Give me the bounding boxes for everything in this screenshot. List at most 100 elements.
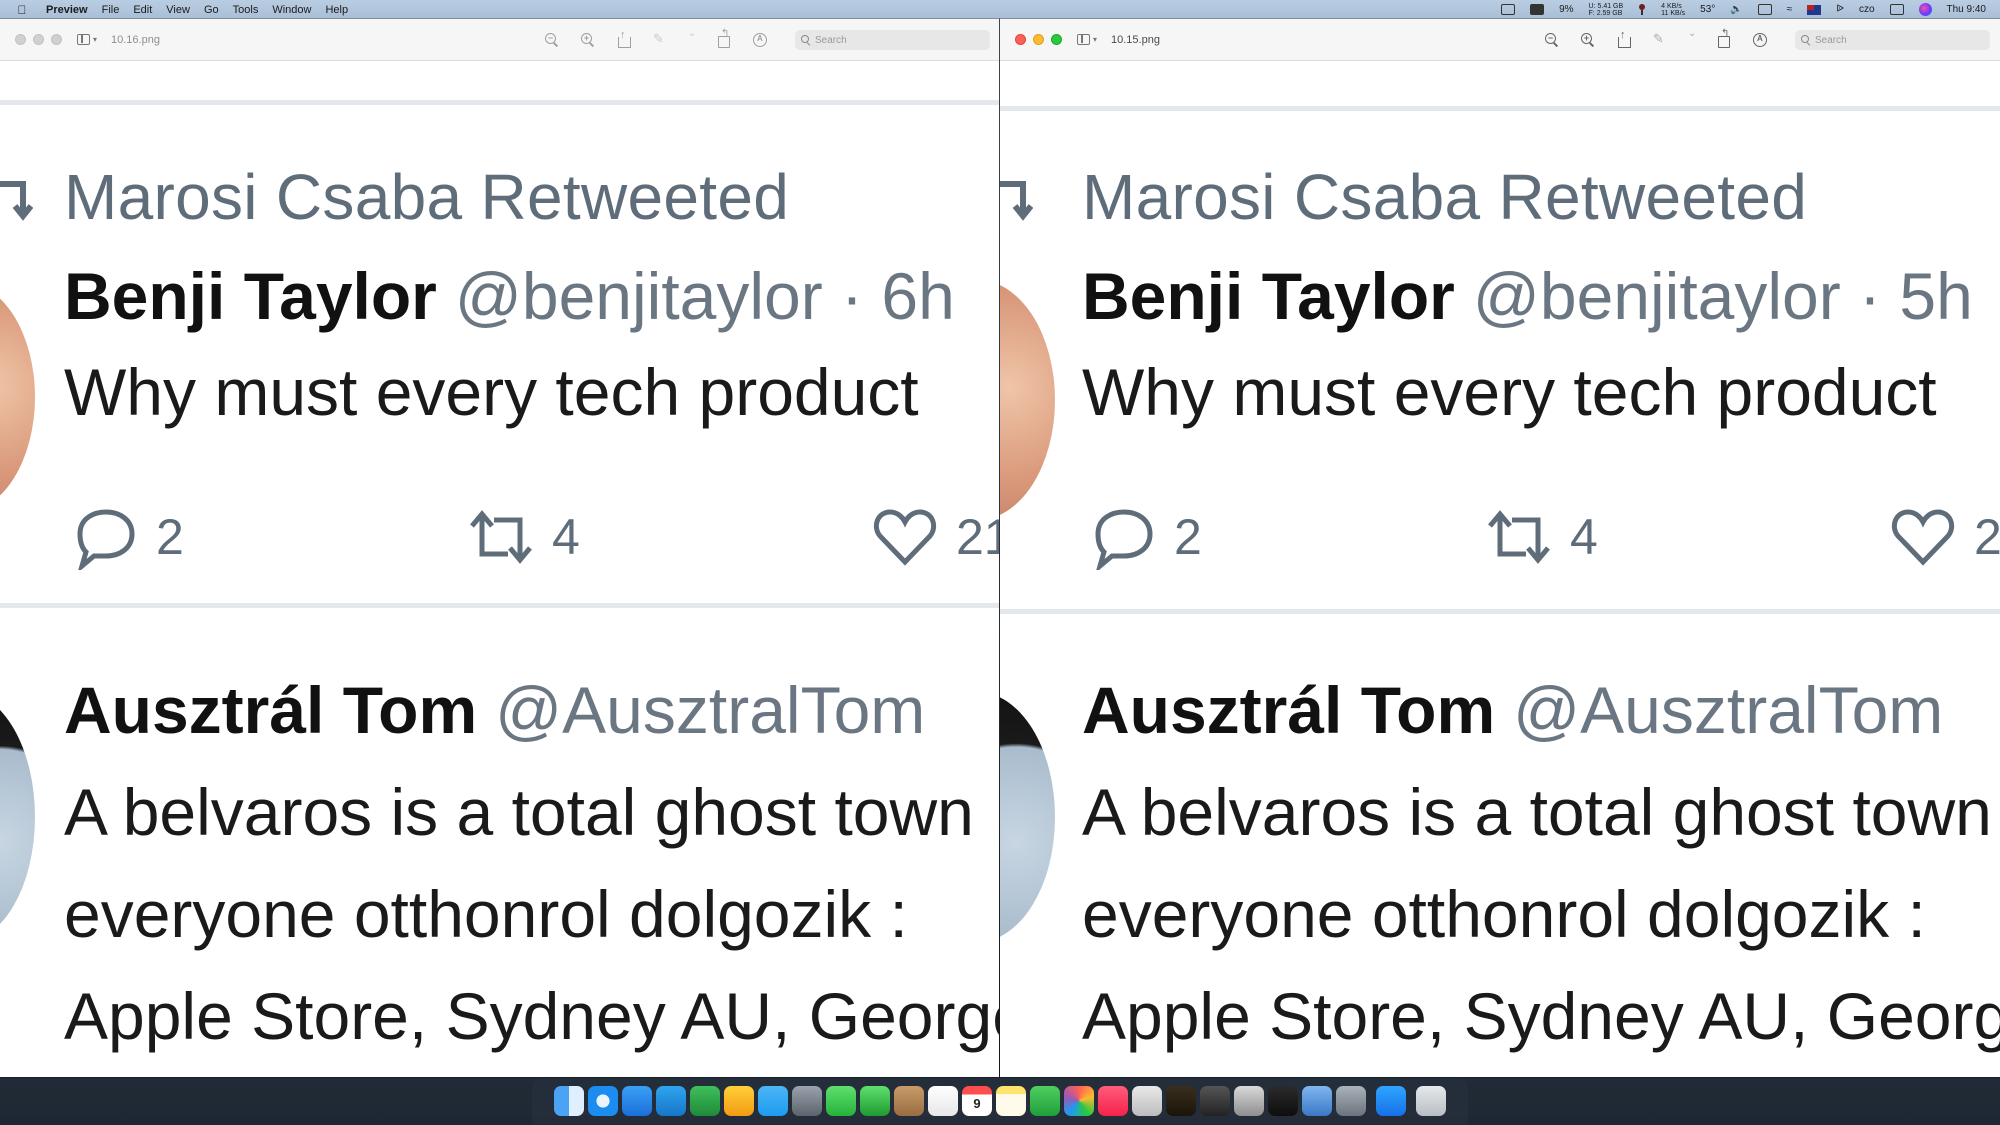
- like-button[interactable]: 21: [1890, 504, 2000, 570]
- pin-icon[interactable]: [1638, 4, 1646, 15]
- reply-button[interactable]: 2: [72, 504, 184, 570]
- like-button[interactable]: 21: [872, 504, 999, 570]
- user-name[interactable]: czo: [1859, 4, 1875, 15]
- bluetooth-icon[interactable]: ᐉ: [1836, 4, 1844, 15]
- sysprefs-icon[interactable]: [1336, 1086, 1366, 1116]
- memory-stats[interactable]: U: 5.41 GB F: 2.59 GB: [1589, 3, 1624, 17]
- chevron-down-icon[interactable]: [688, 28, 696, 48]
- zoom-button[interactable]: [51, 34, 62, 45]
- menu-help[interactable]: Help: [325, 4, 359, 16]
- automator-icon[interactable]: [792, 1086, 822, 1116]
- music-icon[interactable]: [1098, 1086, 1128, 1116]
- reminders-icon[interactable]: [928, 1086, 958, 1116]
- disk-utility-icon[interactable]: [1234, 1086, 1264, 1116]
- menu-edit[interactable]: Edit: [133, 4, 163, 16]
- siri-icon[interactable]: [1918, 3, 1932, 16]
- numbers-icon[interactable]: [1030, 1086, 1060, 1116]
- preview-icon[interactable]: [1302, 1086, 1332, 1116]
- home-icon[interactable]: [724, 1086, 754, 1116]
- battery-percent[interactable]: 9%: [1559, 4, 1573, 15]
- share-icon[interactable]: [1616, 29, 1632, 48]
- chevron-down-icon: ▾: [1093, 35, 1098, 44]
- author-handle[interactable]: @AusztralTom: [495, 673, 925, 747]
- vscode-icon[interactable]: [656, 1086, 686, 1116]
- notes-icon[interactable]: [996, 1086, 1026, 1116]
- search-field[interactable]: Search: [1795, 30, 1990, 50]
- facetime-icon[interactable]: [860, 1086, 890, 1116]
- volume-icon[interactable]: 🔈: [1730, 4, 1742, 15]
- tweet-text: Why must every tech product: [64, 355, 919, 429]
- apple-menu-icon[interactable]: : [14, 3, 30, 17]
- highlight-icon[interactable]: [1652, 31, 1668, 48]
- author-handle[interactable]: @benjitaylor · 5h: [1473, 259, 1973, 333]
- reply-button[interactable]: 2: [1090, 504, 1202, 570]
- zoom-button[interactable]: [1051, 34, 1062, 45]
- author-name[interactable]: Ausztrál Tom: [64, 673, 477, 747]
- display-icon[interactable]: [1757, 4, 1772, 15]
- menu-view[interactable]: View: [166, 4, 201, 16]
- mail-icon[interactable]: [622, 1086, 652, 1116]
- clipboard-icon[interactable]: [1530, 4, 1545, 15]
- safari-icon[interactable]: [588, 1086, 618, 1116]
- author-handle[interactable]: @benjitaylor · 6h: [455, 259, 955, 333]
- close-button[interactable]: [1015, 34, 1026, 45]
- twitter-icon[interactable]: [758, 1086, 788, 1116]
- highlight-icon[interactable]: [652, 31, 668, 48]
- messages-icon[interactable]: [826, 1086, 856, 1116]
- search-field[interactable]: Search: [795, 30, 990, 50]
- zoom-in-icon[interactable]: +: [580, 32, 596, 48]
- window-controls: [15, 34, 65, 45]
- author-handle[interactable]: @AusztralTom: [1513, 673, 1943, 747]
- chevron-down-icon[interactable]: [1688, 28, 1696, 48]
- markup-icon[interactable]: [1752, 32, 1768, 48]
- minimize-button[interactable]: [1033, 34, 1044, 45]
- finder-icon[interactable]: [554, 1086, 584, 1116]
- sidebar-toggle-button[interactable]: ▾: [77, 33, 103, 47]
- menu-file[interactable]: File: [102, 4, 131, 16]
- rotate-icon[interactable]: [716, 28, 732, 48]
- menubar-clock[interactable]: Thu 9:40: [1947, 4, 1986, 15]
- zoom-in-icon[interactable]: +: [1580, 32, 1596, 48]
- avatar[interactable]: [1000, 280, 1055, 520]
- menu-tools[interactable]: Tools: [233, 4, 270, 16]
- sidebar-toggle-button[interactable]: ▾: [1077, 33, 1103, 47]
- temperature[interactable]: 53°: [1700, 4, 1715, 15]
- author-name[interactable]: Benji Taylor: [64, 259, 437, 333]
- contacts-icon[interactable]: [894, 1086, 924, 1116]
- network-stats[interactable]: 4 KB/s 11 KB/s: [1661, 3, 1685, 17]
- tweet-divider: [0, 100, 999, 105]
- appstore-icon[interactable]: [1376, 1086, 1406, 1116]
- trash-icon[interactable]: [1416, 1086, 1446, 1116]
- markup-icon[interactable]: [752, 32, 768, 48]
- calculator-icon[interactable]: [1200, 1086, 1230, 1116]
- menu-window[interactable]: Window: [272, 4, 322, 16]
- screen-capture-icon[interactable]: [1501, 4, 1516, 15]
- avatar[interactable]: [1000, 692, 1055, 942]
- avatar[interactable]: [0, 282, 35, 512]
- terminal-icon[interactable]: [1268, 1086, 1298, 1116]
- zoom-out-icon[interactable]: −: [1544, 32, 1560, 48]
- close-button[interactable]: [15, 34, 26, 45]
- menu-app-name[interactable]: Preview: [46, 4, 99, 16]
- author-name[interactable]: Ausztrál Tom: [1082, 673, 1495, 747]
- share-icon[interactable]: [616, 29, 632, 48]
- input-source-flag-icon[interactable]: [1807, 4, 1822, 15]
- script-editor-icon[interactable]: [1132, 1086, 1162, 1116]
- rotate-icon[interactable]: [1716, 28, 1732, 48]
- retweet-button[interactable]: 4: [1486, 504, 1598, 570]
- toolbar-actions: − +: [1544, 19, 1768, 61]
- screens-icon[interactable]: [690, 1086, 720, 1116]
- zoom-out-icon[interactable]: −: [544, 32, 560, 48]
- minimize-button[interactable]: [33, 34, 44, 45]
- author-name[interactable]: Benji Taylor: [1082, 259, 1455, 333]
- avatar[interactable]: [0, 692, 35, 942]
- control-center-icon[interactable]: [1889, 4, 1904, 15]
- wifi-icon[interactable]: ≈: [1787, 4, 1793, 15]
- retweet-button[interactable]: 4: [468, 504, 580, 570]
- retweeted-by-label: Marosi Csaba Retweeted: [1082, 161, 1808, 233]
- calendar-icon[interactable]: 9: [962, 1086, 992, 1116]
- menu-go[interactable]: Go: [204, 4, 230, 16]
- photos-icon[interactable]: [1064, 1086, 1094, 1116]
- sidebar-icon: [77, 34, 90, 45]
- console-icon[interactable]: [1166, 1086, 1196, 1116]
